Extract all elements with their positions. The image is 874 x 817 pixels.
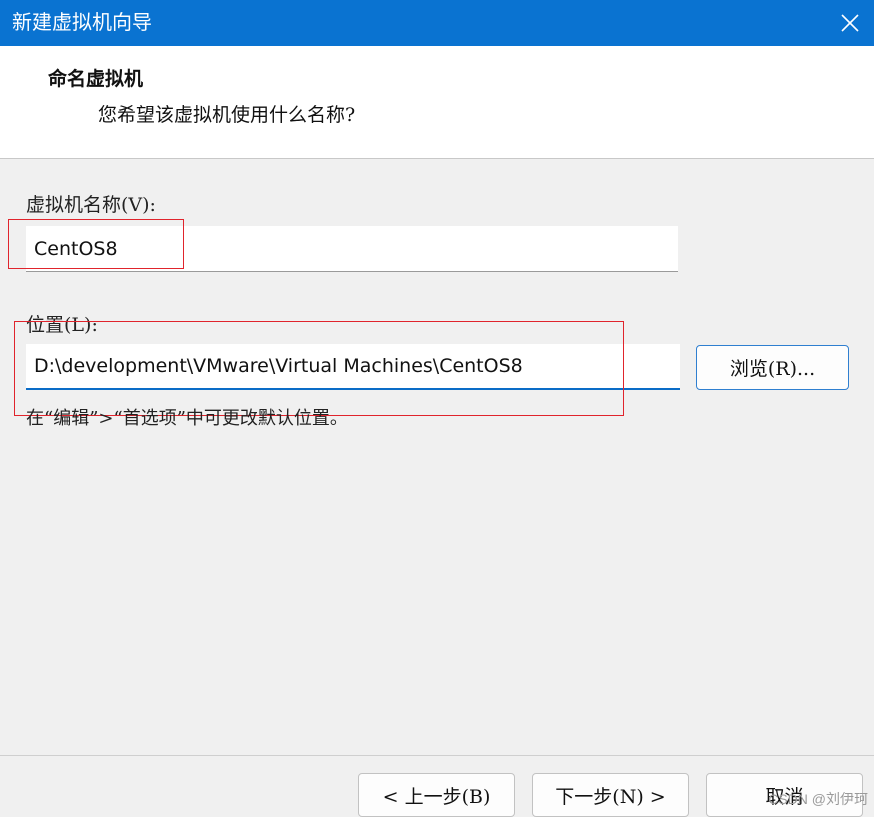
location-label: 位置(L): bbox=[26, 314, 98, 336]
back-button-label: < 上一步(B) bbox=[382, 785, 491, 808]
close-icon[interactable] bbox=[826, 0, 874, 46]
watermark-text: CSDN @刘伊珂 bbox=[768, 791, 868, 807]
next-button-label: 下一步(N) > bbox=[555, 785, 666, 808]
vm-name-input[interactable] bbox=[26, 226, 678, 272]
footer-divider bbox=[0, 755, 874, 756]
browse-button[interactable]: 浏览(R)... bbox=[696, 345, 849, 390]
browse-button-label: 浏览(R)... bbox=[729, 358, 816, 380]
location-input[interactable] bbox=[26, 344, 680, 390]
next-button[interactable]: 下一步(N) > bbox=[532, 773, 689, 817]
back-button[interactable]: < 上一步(B) bbox=[358, 773, 515, 817]
page-heading: 命名虚拟机 bbox=[48, 68, 144, 90]
wizard-header: 命名虚拟机 您希望该虚拟机使用什么名称? bbox=[0, 46, 874, 159]
page-subheading: 您希望该虚拟机使用什么名称? bbox=[98, 104, 356, 126]
new-vm-wizard-window: 新建虚拟机向导 命名虚拟机 您希望该虚拟机使用什么名称? 虚拟机名称(V): 位… bbox=[0, 0, 874, 817]
title-bar: 新建虚拟机向导 bbox=[0, 0, 874, 46]
vm-name-label: 虚拟机名称(V): bbox=[26, 194, 156, 216]
window-title: 新建虚拟机向导 bbox=[12, 10, 152, 34]
default-location-hint: 在“编辑”>“首选项”中可更改默认位置。 bbox=[26, 408, 348, 429]
